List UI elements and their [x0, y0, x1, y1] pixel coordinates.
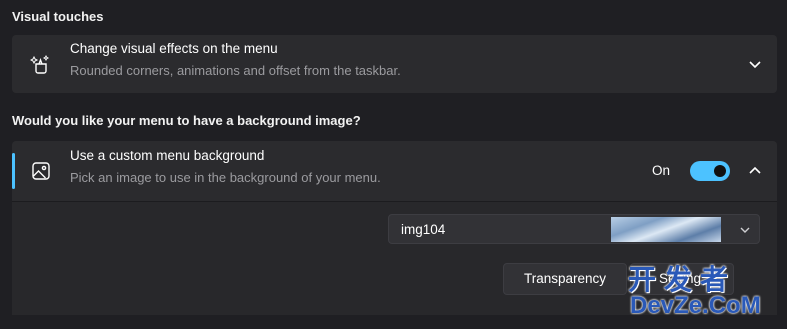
watermark-bottom-text: DevZe.CoM	[630, 292, 761, 319]
custom-background-title: Use a custom menu background	[70, 148, 265, 163]
toggle-state-label: On	[652, 163, 671, 178]
selected-image-name: img104	[401, 222, 446, 237]
transparency-button[interactable]: Transparency	[503, 263, 627, 295]
custom-background-description: Pick an image to use in the background o…	[70, 170, 381, 185]
custom-background-toggle[interactable]	[690, 161, 730, 181]
watermark-logo: 开发者 DevZe.CoM	[628, 258, 782, 326]
chevron-down-icon	[739, 223, 751, 235]
chevron-down-icon[interactable]	[747, 56, 763, 72]
visual-effects-title: Change visual effects on the menu	[70, 41, 278, 56]
section-heading-background-image: Would you like your menu to have a backg…	[12, 113, 361, 128]
image-thumbnail	[611, 217, 721, 242]
section-heading-visual-touches: Visual touches	[12, 9, 104, 24]
visual-effects-row[interactable]: Change visual effects on the menu Rounde…	[12, 35, 777, 93]
visual-effects-description: Rounded corners, animations and offset f…	[70, 63, 401, 78]
background-image-select[interactable]: img104	[388, 214, 760, 244]
custom-background-row[interactable]: Use a custom menu background Pick an ima…	[12, 141, 777, 201]
chevron-up-icon[interactable]	[747, 163, 763, 179]
selection-accent-bar	[12, 153, 15, 189]
image-icon	[30, 160, 52, 182]
toggle-knob	[714, 165, 726, 177]
sparkle-paint-icon	[29, 53, 52, 75]
settings-page: Visual touches Change visual effects on …	[0, 0, 787, 329]
